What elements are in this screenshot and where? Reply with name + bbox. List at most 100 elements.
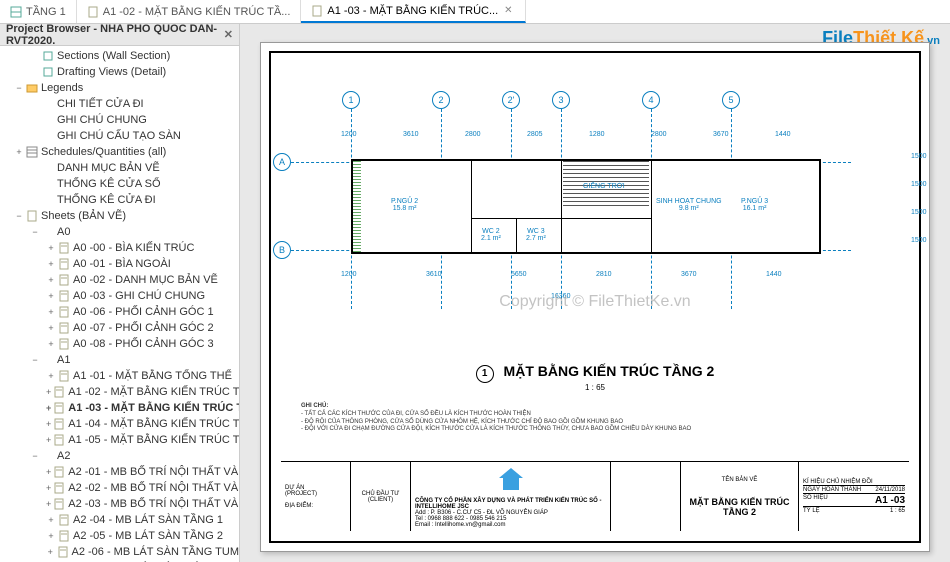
drawing-canvas[interactable]: FileThiết Kế.vn 122'345 A B bbox=[240, 24, 950, 562]
tree-node[interactable]: +A0 -00 - BÌA KIẾN TRÚC bbox=[0, 240, 239, 256]
expand-icon[interactable]: + bbox=[46, 531, 56, 541]
tree-node[interactable]: DANH MỤC BẢN VẼ bbox=[0, 160, 239, 176]
tree-node[interactable]: +A0 -03 - GHI CHÚ CHUNG bbox=[0, 288, 239, 304]
grid-bubble: B bbox=[273, 241, 291, 259]
sheet-icon bbox=[58, 274, 70, 286]
tree-label: A0 -08 - PHỐI CẢNH GÓC 3 bbox=[73, 338, 214, 350]
tree-node[interactable]: CHI TIẾT CỬA ĐI bbox=[0, 96, 239, 112]
expand-icon[interactable]: − bbox=[14, 83, 24, 93]
dimension: 2800 bbox=[651, 131, 667, 138]
dimension: 3670 bbox=[713, 131, 729, 138]
tree-node[interactable]: GHI CHÚ CẤU TẠO SÀN bbox=[0, 128, 239, 144]
room-label: P.NGỦ 316.1 m² bbox=[741, 198, 768, 212]
tree-label: A1 -01 - MẶT BẰNG TỔNG THỂ bbox=[73, 370, 232, 382]
sheet-icon bbox=[57, 546, 69, 558]
dimension: 1440 bbox=[766, 271, 782, 278]
expand-icon[interactable]: + bbox=[46, 275, 56, 285]
tree-node[interactable]: +A0 -06 - PHỐI CẢNH GÓC 1 bbox=[0, 304, 239, 320]
tree-node[interactable]: +Schedules/Quantities (all) bbox=[0, 144, 239, 160]
grid-bubble: 3 bbox=[552, 91, 570, 109]
tree-node[interactable]: +A0 -07 - PHỐI CẢNH GÓC 2 bbox=[0, 320, 239, 336]
expand-icon[interactable]: + bbox=[46, 387, 51, 397]
tab-a1-03[interactable]: A1 -03 - MẶT BẰNG KIẾN TRÚC... ✕ bbox=[301, 0, 525, 23]
sec-icon bbox=[42, 66, 54, 78]
tree-node[interactable]: THỐNG KÊ CỬA SỔ bbox=[0, 176, 239, 192]
sheet-icon bbox=[53, 418, 65, 430]
tree-node[interactable]: +A1 -03 - MẶT BẰNG KIẾN TRÚC TẦNG 2 bbox=[0, 400, 239, 416]
sheet-icon bbox=[53, 434, 65, 446]
tree-node[interactable]: Drafting Views (Detail) bbox=[0, 64, 239, 80]
expand-icon[interactable]: + bbox=[46, 307, 56, 317]
sheet-paper: 122'345 A B bbox=[260, 42, 930, 552]
tree-node[interactable]: −Legends bbox=[0, 80, 239, 96]
expand-icon[interactable]: + bbox=[46, 291, 56, 301]
dimension: 1500 bbox=[911, 153, 927, 160]
tree-label: A1 -04 - MẶT BẰNG KIẾN TRÚC TẦNG TUM bbox=[68, 418, 239, 430]
tree-node[interactable]: +A2 -04 - MB LÁT SÀN TẦNG 1 bbox=[0, 512, 239, 528]
tree-node[interactable]: THỐNG KÊ CỬA ĐI bbox=[0, 192, 239, 208]
expand-icon[interactable]: + bbox=[46, 515, 56, 525]
dimension: 2810 bbox=[596, 271, 612, 278]
expand-icon[interactable]: − bbox=[14, 211, 24, 221]
dimension: 16360 bbox=[551, 293, 570, 300]
sec-icon bbox=[42, 50, 54, 62]
general-notes: GHI CHÚ: - TẤT CẢ CÁC KÍCH THƯỚC CỦA ĐI,… bbox=[301, 403, 691, 434]
tree-node[interactable]: GHI CHÚ CHUNG bbox=[0, 112, 239, 128]
tree-node[interactable]: +A2 -01 - MB BỐ TRÍ NỘI THẤT VÀ CỬA TẦNG bbox=[0, 464, 239, 480]
document-tabs: TẦNG 1 A1 -02 - MẶT BẰNG KIẾN TRÚC TẦ...… bbox=[0, 0, 950, 24]
tree-label: Sheets (BẢN VẼ) bbox=[41, 210, 126, 222]
tree-label: A0 -02 - DANH MỤC BẢN VẼ bbox=[73, 274, 218, 286]
grid-bubble: 2 bbox=[432, 91, 450, 109]
tab-a1-02[interactable]: A1 -02 - MẶT BẰNG KIẾN TRÚC TẦ... bbox=[77, 0, 302, 23]
tree-node[interactable]: +A1 -05 - MẶT BẰNG KIẾN TRÚC TẦNG MÁI bbox=[0, 432, 239, 448]
expand-icon[interactable]: + bbox=[46, 243, 56, 253]
expand-icon[interactable]: + bbox=[46, 499, 51, 509]
blank-icon bbox=[42, 354, 54, 366]
expand-icon[interactable]: + bbox=[46, 259, 56, 269]
tree-node[interactable]: + A0 -08 - PHỐI CẢNH GÓC 3 bbox=[0, 336, 239, 352]
expand-icon[interactable]: + bbox=[46, 339, 56, 349]
close-icon[interactable]: ✕ bbox=[502, 5, 514, 16]
tree-node[interactable]: +A2 -02 - MB BỐ TRÍ NỘI THẤT VÀ CỬA TẦNG bbox=[0, 480, 239, 496]
expand-icon[interactable]: + bbox=[46, 467, 51, 477]
expand-icon[interactable]: − bbox=[30, 451, 40, 461]
expand-icon[interactable]: − bbox=[30, 227, 40, 237]
expand-icon[interactable]: + bbox=[46, 435, 51, 445]
dimension: 1280 bbox=[589, 131, 605, 138]
tree-node[interactable]: −A1 bbox=[0, 352, 239, 368]
tree-node[interactable]: −A2 bbox=[0, 448, 239, 464]
expand-icon[interactable]: + bbox=[46, 323, 56, 333]
expand-icon[interactable]: + bbox=[46, 403, 51, 413]
dimension: 3610 bbox=[426, 271, 442, 278]
expand-icon[interactable]: − bbox=[30, 355, 40, 365]
expand-icon[interactable]: + bbox=[46, 547, 55, 557]
tree-node[interactable]: + A1 -04 - MẶT BẰNG KIẾN TRÚC TẦNG TUM bbox=[0, 416, 239, 432]
tree-node[interactable]: +A1 -02 - MẶT BẰNG KIẾN TRÚC TẦNG 1 bbox=[0, 384, 239, 400]
tree-node[interactable]: + A0 -02 - DANH MỤC BẢN VẼ bbox=[0, 272, 239, 288]
floorplan-icon bbox=[10, 6, 22, 18]
dimension: 1500 bbox=[911, 181, 927, 188]
tree-node[interactable]: + A1 -01 - MẶT BẰNG TỔNG THỂ bbox=[0, 368, 239, 384]
expand-icon[interactable]: + bbox=[46, 483, 51, 493]
expand-icon[interactable]: + bbox=[46, 371, 56, 381]
sheet-icon bbox=[53, 498, 65, 510]
close-icon[interactable]: ✕ bbox=[224, 28, 233, 41]
tab-tang1[interactable]: TẦNG 1 bbox=[0, 0, 77, 23]
tree-label: Drafting Views (Detail) bbox=[57, 66, 166, 78]
tree-node[interactable]: −A0 bbox=[0, 224, 239, 240]
leg-icon bbox=[42, 114, 54, 126]
tree-node[interactable]: +A2 -06 - MB LÁT SÀN TẦNG TUM bbox=[0, 544, 239, 560]
leg-icon bbox=[42, 194, 54, 206]
tree-node[interactable]: + A2 -03 - MB BỐ TRÍ NỘI THẤT VÀ CỬA TẦNG bbox=[0, 496, 239, 512]
project-tree[interactable]: Sections (Wall Section) Drafting Views (D… bbox=[0, 46, 239, 562]
sheet-icon bbox=[53, 466, 65, 478]
sheet-icon bbox=[58, 530, 70, 542]
expand-icon[interactable]: + bbox=[14, 147, 24, 157]
tree-node[interactable]: +A2 -05 - MB LÁT SÀN TẦNG 2 bbox=[0, 528, 239, 544]
tree-node[interactable]: +A0 -01 - BÌA NGOÀI bbox=[0, 256, 239, 272]
tree-node[interactable]: Sections (Wall Section) bbox=[0, 48, 239, 64]
tree-label: Sections (Wall Section) bbox=[57, 50, 170, 62]
expand-icon[interactable]: + bbox=[46, 419, 51, 429]
tree-label: A2 -03 - MB BỐ TRÍ NỘI THẤT VÀ CỬA TẦNG bbox=[68, 498, 239, 510]
tree-node[interactable]: − Sheets (BẢN VẼ) bbox=[0, 208, 239, 224]
